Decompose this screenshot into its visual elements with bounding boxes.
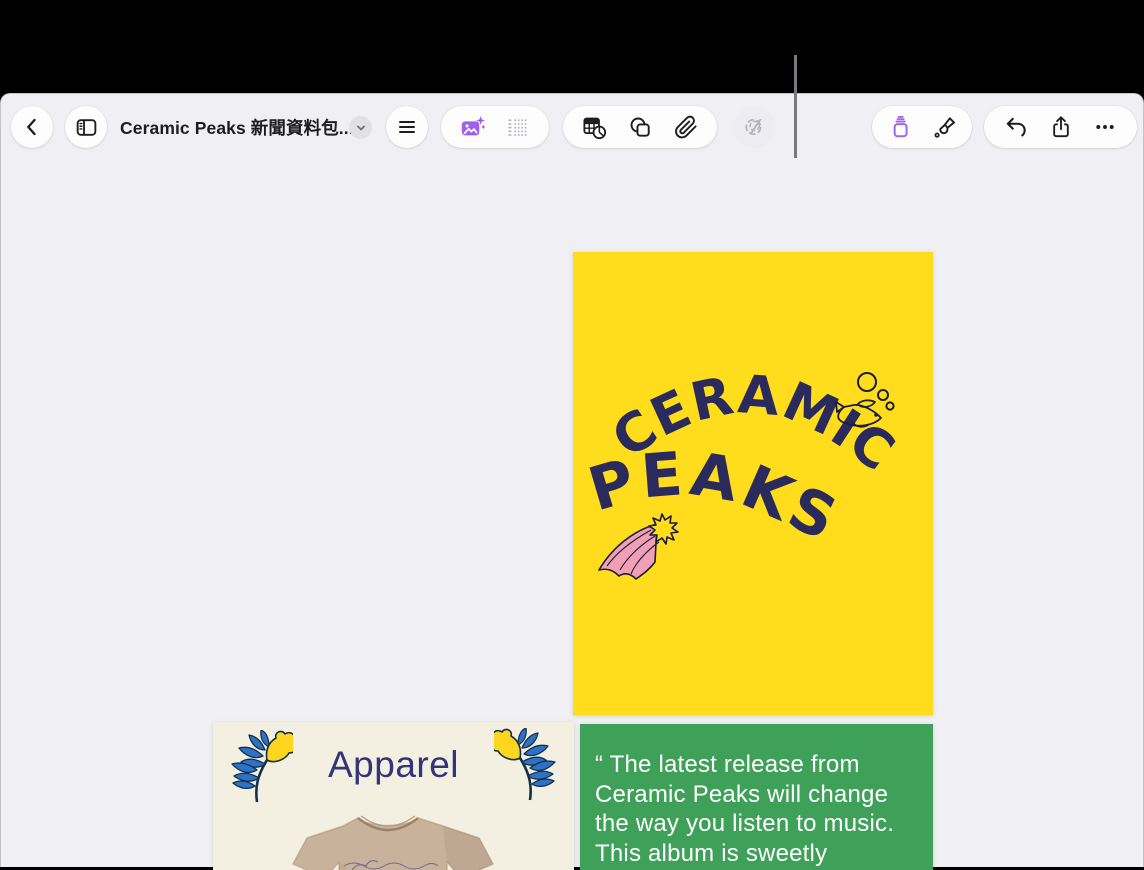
flower-left-icon [231, 730, 293, 803]
tshirt-image [292, 815, 494, 870]
share-button[interactable] [1048, 114, 1074, 140]
media-group [441, 106, 549, 148]
table-chart-button[interactable] [581, 114, 608, 141]
list-view-icon [399, 121, 415, 133]
sidebar-toggle-button[interactable] [65, 106, 107, 148]
sidebar-icon [76, 118, 96, 136]
style-group [872, 106, 972, 148]
chevron-down-icon [356, 125, 365, 130]
brush-button[interactable] [930, 114, 957, 141]
back-button[interactable] [11, 106, 53, 148]
shapes-icon [630, 117, 650, 137]
insert-photo-button[interactable] [459, 114, 486, 141]
image-wand-button[interactable] [733, 106, 775, 148]
table-chart-icon [583, 117, 607, 139]
share-icon [1052, 116, 1069, 138]
logo-word-2: PEAKS [581, 439, 846, 556]
marker-icon [893, 115, 908, 137]
apparel-card[interactable]: Apparel [213, 722, 574, 870]
brush-icon [934, 116, 955, 138]
back-chevron-icon [27, 118, 36, 136]
undo-icon [1006, 117, 1026, 137]
logo-card[interactable]: CERAMIC PEAKS [573, 252, 933, 715]
bubbles-icon [857, 372, 895, 411]
image-wand-icon [745, 118, 762, 136]
marker-button[interactable] [887, 114, 914, 141]
screenshot-stage: Ceramic Peaks 新聞資料包... CERAMIC PEAKS App… [0, 0, 1144, 870]
actions-group [984, 106, 1137, 148]
paperclip-icon [674, 115, 697, 138]
callout-connector-line [794, 55, 797, 158]
dot-grid-icon [507, 119, 527, 136]
list-view-button[interactable] [386, 106, 428, 148]
insert-photo-icon [462, 115, 486, 135]
title-menu-button[interactable] [349, 116, 372, 139]
board-title[interactable]: Ceramic Peaks 新聞資料包... [120, 106, 354, 148]
more-button[interactable] [1092, 114, 1118, 140]
flower-right-icon [494, 728, 556, 801]
quote-line: Ceramic Peaks will change [595, 780, 889, 808]
ceramic-peaks-logo: CERAMIC PEAKS [581, 364, 905, 580]
quote-text: “ The latest release from Ceramic Peaks … [595, 750, 894, 870]
undo-button[interactable] [1003, 114, 1029, 140]
svg-text:PEAKS: PEAKS [581, 439, 850, 556]
freeform-window: Ceramic Peaks 新聞資料包... CERAMIC PEAKS App… [0, 93, 1144, 870]
quote-line: This album is sweetly [595, 839, 828, 867]
quote-card[interactable]: “ The latest release from Ceramic Peaks … [580, 724, 933, 870]
quote-line: “ The latest release from [595, 751, 860, 778]
shapes-button[interactable] [627, 114, 654, 141]
comet-icon [598, 513, 679, 580]
more-ellipsis-icon [1096, 125, 1114, 129]
dot-grid-button[interactable] [505, 114, 531, 140]
insert-group [563, 106, 717, 148]
attach-button[interactable] [672, 114, 699, 141]
quote-line: the way you listen to music. [595, 810, 895, 838]
